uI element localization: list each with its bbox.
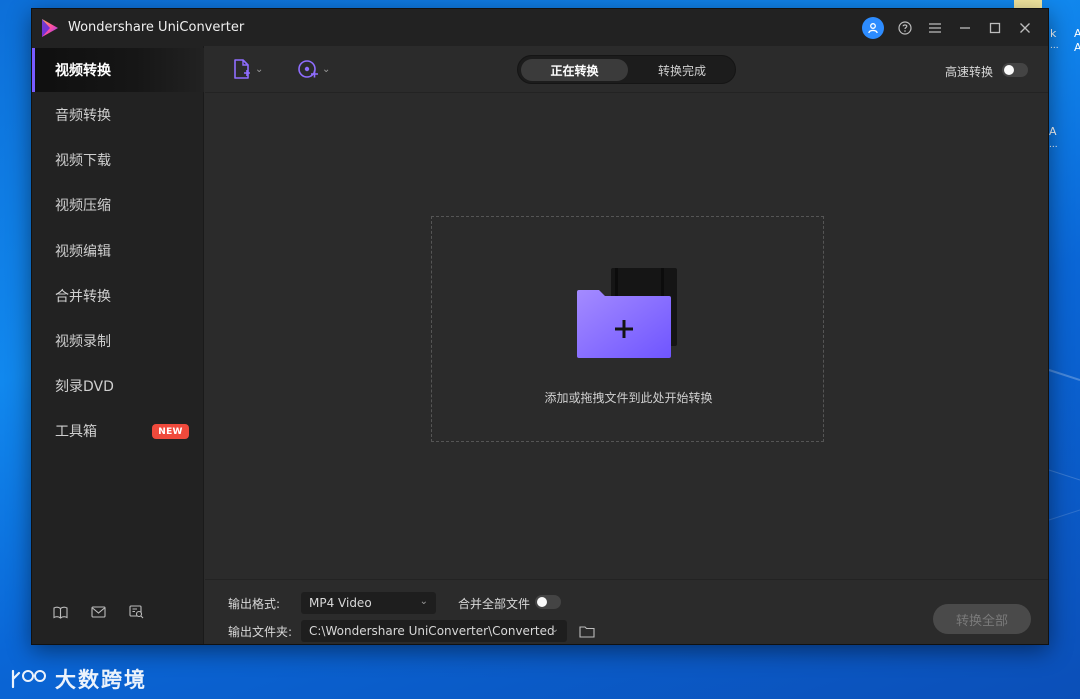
book-icon[interactable] xyxy=(52,604,68,620)
sidebar-footer xyxy=(52,604,144,620)
feedback-icon[interactable] xyxy=(128,604,144,620)
close-icon xyxy=(1020,22,1030,33)
watermark-text: 大数跨境 xyxy=(55,668,147,692)
drop-zone-hint: 添加或拖拽文件到此处开始转换 xyxy=(544,391,713,405)
sidebar-item-label: 视频下载 xyxy=(55,153,111,169)
add-dvd-button[interactable]: ⌄ xyxy=(297,58,330,80)
main-panel: ⌄ ⌄ 正在转换 转换完成 高速转换 添加或拖拽文件到此处开始转换 输出格式: … xyxy=(205,46,1048,644)
maximize-button[interactable] xyxy=(980,13,1010,43)
help-icon xyxy=(898,20,912,35)
account-button[interactable] xyxy=(860,13,890,43)
sidebar-item-video-edit[interactable]: 视频编辑 xyxy=(32,229,204,273)
output-format-label: 输出格式: xyxy=(228,597,281,611)
convert-all-button[interactable]: 转换全部 xyxy=(933,604,1031,634)
add-folder-icon xyxy=(577,268,677,358)
watermark-logo: 大数跨境 xyxy=(9,664,147,694)
sidebar-item-screen-record[interactable]: 视频录制 xyxy=(32,319,204,363)
account-icon xyxy=(862,16,884,39)
title-bar: Wondershare UniConverter xyxy=(32,9,1048,46)
convert-status-tabs: 正在转换 转换完成 xyxy=(517,55,736,84)
output-folder-label: 输出文件夹: xyxy=(228,625,293,639)
app-window: Wondershare UniConverter 视频转换 音频转换 视频下载 … xyxy=(31,8,1049,645)
sidebar-item-label: 视频压缩 xyxy=(55,198,111,214)
sidebar-item-label: 音频转换 xyxy=(55,108,111,124)
add-file-icon xyxy=(234,59,250,79)
sidebar-item-audio-convert[interactable]: 音频转换 xyxy=(32,93,204,137)
sidebar-item-video-convert[interactable]: 视频转换 xyxy=(32,48,204,92)
output-format-select[interactable]: MP4 Video ⌄ xyxy=(301,592,436,614)
output-folder-value: C:\Wondershare UniConverter\Converted xyxy=(309,624,555,638)
menu-icon xyxy=(929,22,941,33)
output-format-value: MP4 Video xyxy=(309,596,372,610)
maximize-icon xyxy=(989,22,1001,33)
tab-converting[interactable]: 正在转换 xyxy=(521,59,628,81)
sidebar-item-label: 视频编辑 xyxy=(55,244,111,260)
sidebar-item-merge-convert[interactable]: 合并转换 xyxy=(32,274,204,318)
sidebar-item-label: 刻录DVD xyxy=(55,379,114,395)
watermark-icon xyxy=(11,669,46,689)
chevron-down-icon: ⌄ xyxy=(255,63,264,75)
minimize-button[interactable] xyxy=(950,13,980,43)
merge-all-label: 合并全部文件 xyxy=(458,597,531,611)
high-speed-label: 高速转换 xyxy=(945,65,994,79)
output-settings-bar: 输出格式: MP4 Video ⌄ 合并全部文件 输出文件夹: C:\Wonde… xyxy=(205,579,1048,644)
uniconverter-logo-icon xyxy=(42,18,58,37)
sidebar-item-label: 视频录制 xyxy=(55,334,111,350)
output-folder-select[interactable]: C:\Wondershare UniConverter\Converted ⌄ xyxy=(301,620,567,642)
help-button[interactable] xyxy=(890,13,920,43)
close-button[interactable] xyxy=(1010,13,1040,43)
app-title: Wondershare UniConverter xyxy=(68,20,245,35)
sidebar-item-toolbox[interactable]: 工具箱 NEW xyxy=(32,409,204,453)
sidebar-item-label: 工具箱 xyxy=(55,424,97,440)
chevron-down-icon: ⌄ xyxy=(550,624,559,635)
high-speed-toggle[interactable] xyxy=(1002,63,1028,77)
sidebar-item-burn-dvd[interactable]: 刻录DVD xyxy=(32,364,204,408)
sidebar-item-label: 合并转换 xyxy=(55,289,111,305)
sidebar-item-label: 视频转换 xyxy=(55,63,111,79)
new-badge: NEW xyxy=(152,424,189,439)
sidebar: 视频转换 音频转换 视频下载 视频压缩 视频编辑 合并转换 视频录制 刻录DVD… xyxy=(32,46,204,644)
tab-finished[interactable]: 转换完成 xyxy=(630,59,734,81)
mail-icon[interactable] xyxy=(90,604,106,620)
chevron-down-icon: ⌄ xyxy=(322,63,331,75)
add-dvd-icon xyxy=(298,60,318,78)
add-file-button[interactable]: ⌄ xyxy=(232,58,263,80)
drop-zone[interactable]: 添加或拖拽文件到此处开始转换 xyxy=(431,216,824,442)
minimize-icon xyxy=(960,26,970,29)
sidebar-item-video-compress[interactable]: 视频压缩 xyxy=(32,183,204,227)
menu-button[interactable] xyxy=(920,13,950,43)
open-folder-icon[interactable] xyxy=(579,624,595,638)
sidebar-item-video-download[interactable]: 视频下载 xyxy=(32,138,204,182)
chevron-down-icon: ⌄ xyxy=(419,596,428,607)
merge-all-toggle[interactable] xyxy=(535,595,561,609)
toolbar: ⌄ ⌄ 正在转换 转换完成 高速转换 xyxy=(205,46,1048,93)
